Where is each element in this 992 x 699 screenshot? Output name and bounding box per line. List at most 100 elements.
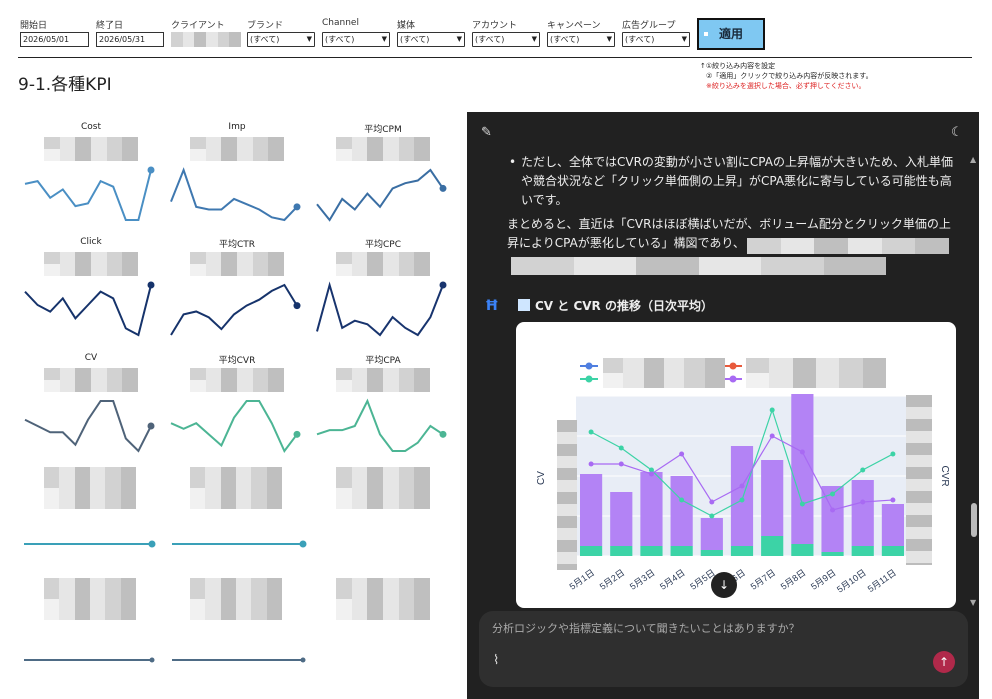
sparkline-end-point [148, 540, 156, 548]
kpi-redacted-value [44, 137, 138, 161]
bar-cv-base [851, 546, 874, 556]
chart-heading: CV と CVR の推移（日次平均） [518, 297, 713, 314]
series-point [799, 449, 805, 455]
chat-bullet: • ただし、全体ではCVRの変動が小さい割にCPAの上昇幅が大きいため、入札単価… [507, 153, 962, 210]
bar-cv-base [730, 546, 754, 556]
sparkline-end-point [293, 302, 301, 310]
sparkline-path [170, 400, 298, 453]
media-select[interactable]: (すべて) ▼ [397, 32, 465, 47]
kpi-sparkline [316, 168, 447, 222]
legend-redacted-right [746, 358, 886, 388]
attach-icon[interactable]: ⌇ [493, 653, 499, 668]
end-date-input[interactable]: 2026/05/31 [96, 32, 164, 47]
end-date-label: 終了日 [96, 21, 124, 31]
campaign-label: キャンペーン [547, 21, 601, 31]
series-point [618, 445, 624, 451]
bar-cv [640, 472, 663, 546]
y-axis-label-right: CVR [939, 465, 950, 486]
chat-input[interactable]: 分析ロジックや指標定義について聞きたいことはありますか？ ⌇ ↑ [479, 611, 968, 687]
send-button[interactable]: ↑ [933, 651, 955, 673]
apply-button[interactable]: 適用 [697, 18, 765, 50]
kpi-redacted-value [190, 368, 284, 392]
kpi-redacted-value [336, 368, 430, 392]
kpi-sparkline [316, 281, 447, 337]
kpi-card: 平均CPC [316, 237, 447, 347]
end-date-filter: 終了日 2026/05/31 [96, 18, 164, 47]
kpi-redacted-value [44, 252, 138, 276]
media-label: 媒体 [397, 21, 416, 31]
chat-scrollbar[interactable]: ▲ ▼ [969, 155, 979, 610]
bar-cv-base [610, 546, 633, 556]
series-point [588, 461, 594, 467]
series-point [739, 483, 745, 489]
redacted-kpi-card [44, 467, 136, 509]
kpi-redacted-value [336, 137, 430, 161]
legend-marker [585, 362, 593, 370]
kpi-title: 平均CTR [218, 240, 256, 250]
campaign-value: (すべて) [550, 35, 580, 44]
chat-input-placeholder: 分析ロジックや指標定義について聞きたいことはありますか？ [492, 622, 800, 635]
scroll-to-bottom-button[interactable]: ↓ [711, 572, 737, 598]
channel-select[interactable]: (すべて) ▼ [322, 32, 390, 47]
legend-marker [729, 375, 737, 383]
chevron-down-icon: ▼ [606, 35, 612, 43]
campaign-select[interactable]: (すべて) ▼ [547, 32, 615, 47]
legend-redacted-left [603, 358, 725, 388]
kpi-redacted-value [190, 252, 284, 276]
bar-cv-base [881, 546, 904, 556]
kpi-sparkline [316, 398, 447, 452]
scroll-thumb[interactable] [971, 503, 977, 537]
bar-cv [791, 394, 814, 544]
series-point [860, 467, 866, 473]
account-filter: アカウント (すべて) ▼ [472, 18, 540, 47]
kpi-redacted-value [190, 137, 284, 161]
campaign-filter: キャンペーン (すべて) ▼ [547, 18, 615, 47]
page-title: 9-1.各種KPI [18, 75, 112, 95]
media-value: (すべて) [400, 35, 430, 44]
y-axis-right-redacted [906, 395, 932, 565]
bar-cv-base [580, 546, 603, 556]
assistant-logo-icon: Ħ [485, 298, 499, 314]
summary-line-1: まとめると、直近は「CVRはほぼ横ばいだが、ボリューム配分とクリック単価の上 [507, 217, 951, 231]
x-tick-label: 5月10日 [835, 567, 868, 594]
brand-value: (すべて) [250, 35, 280, 44]
scroll-up-icon[interactable]: ▲ [970, 155, 976, 164]
sparkline-path [24, 284, 152, 337]
kpi-card: Click [24, 237, 155, 347]
client-redacted-value[interactable] [171, 32, 241, 47]
scroll-down-arrow-icon[interactable]: ▼ [970, 598, 976, 607]
account-value: (すべて) [475, 35, 505, 44]
brand-select[interactable]: (すべて) ▼ [247, 32, 315, 47]
kpi-card: CV [24, 353, 155, 463]
series-point [679, 451, 685, 457]
kpi-title: Imp [228, 122, 246, 132]
redacted-kpi-card [190, 467, 282, 509]
start-date-input[interactable]: 2026/05/01 [20, 32, 89, 47]
brand-label: ブランド [247, 21, 284, 31]
chart-heading-text: CV と CVR の推移（日次平均） [535, 299, 713, 313]
adgroup-select[interactable]: (すべて) ▼ [622, 32, 690, 47]
edit-icon[interactable]: ✎ [481, 125, 492, 140]
theme-toggle-icon[interactable]: ☾ [951, 125, 963, 140]
chevron-down-icon: ▼ [456, 35, 462, 43]
flat-sparkline [172, 657, 306, 663]
bar-cv-base [700, 550, 723, 556]
instruction-warning: ※絞り込みを選択した場合、必ず押してください。 [706, 82, 866, 90]
sparkline-path [316, 398, 444, 452]
adgroup-filter: 広告グループ (すべて) ▼ [622, 18, 690, 47]
kpi-sparkline [170, 400, 301, 453]
series-point [588, 429, 594, 435]
account-select[interactable]: (すべて) ▼ [472, 32, 540, 47]
legend-marker [729, 362, 737, 370]
flat-sparkline [24, 657, 155, 663]
series-point [679, 497, 685, 503]
sparkline-end-point [439, 430, 447, 438]
series-point [769, 433, 775, 439]
sparkline-end-point [439, 281, 447, 289]
x-tick-label: 5月7日 [749, 567, 778, 591]
summary-redacted [747, 238, 949, 254]
flat-sparkline [24, 540, 156, 548]
bar-cv-base [761, 536, 784, 556]
sparkline-end-point [299, 540, 307, 548]
kpi-redacted-value [336, 252, 430, 276]
